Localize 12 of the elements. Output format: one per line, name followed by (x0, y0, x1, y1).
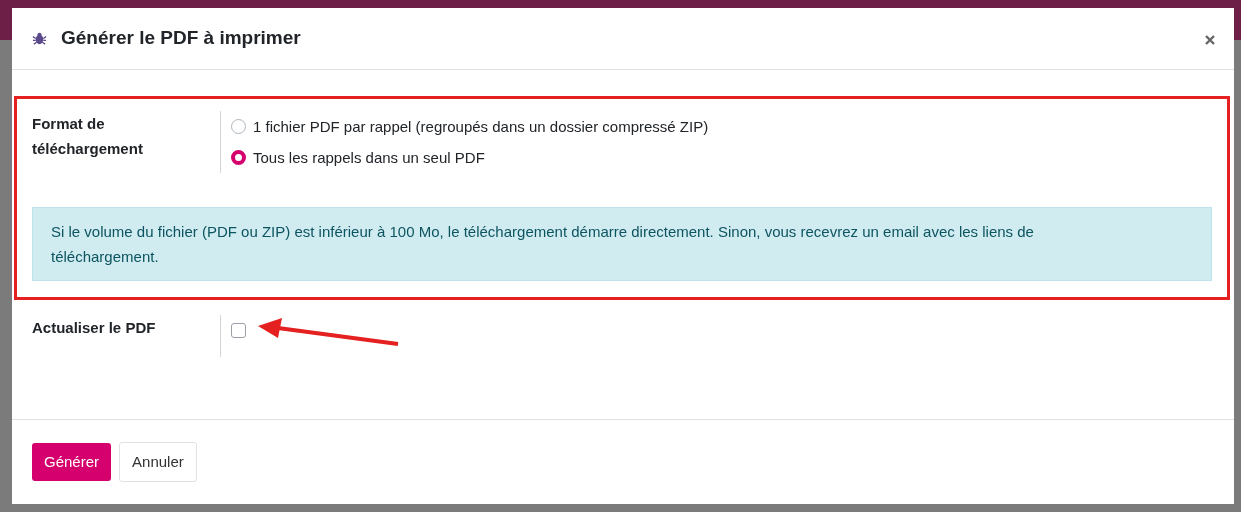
info-message: Si le volume du fichier (PDF ou ZIP) est inférieur à 100 Mo, le téléchargement démarre directement. Sinon, vous recevrez un email avec les liens de téléchargement. (32, 207, 1212, 281)
dialog-title: Générer le PDF à imprimer (61, 26, 301, 51)
radio-label[interactable]: 1 fichier PDF par rappel (regroupés dans un dossier compressé ZIP) (253, 114, 709, 139)
cancel-button[interactable]: Annuler (119, 441, 197, 483)
bug-icon (32, 31, 47, 46)
close-icon (1204, 33, 1216, 46)
field-label: Actualiser le PDF (32, 318, 157, 338)
radio-button[interactable] (231, 150, 246, 165)
field-label: Format de téléchargement (32, 114, 144, 159)
radio-label[interactable]: Tous les rappels dans un seul PDF (253, 145, 485, 170)
checkbox[interactable] (231, 323, 246, 338)
generate-button[interactable]: Générer (32, 442, 112, 482)
